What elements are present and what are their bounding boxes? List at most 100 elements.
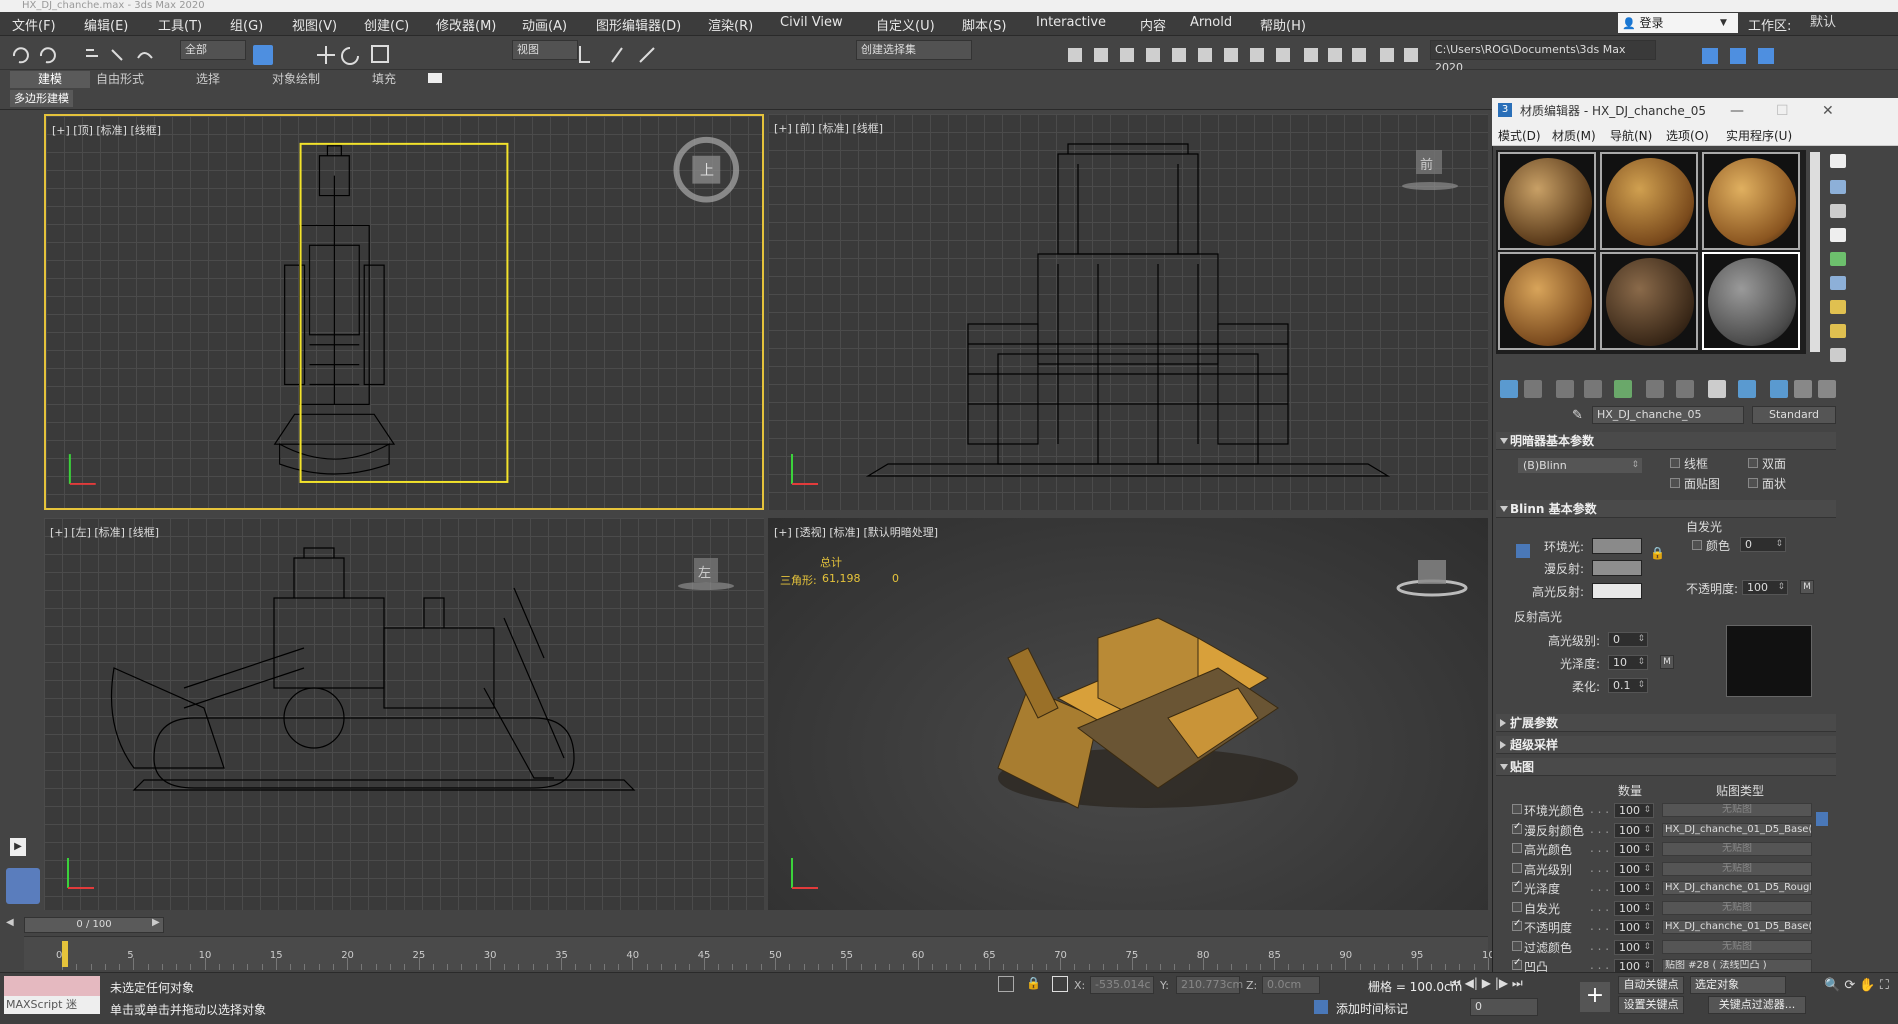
map-slot-button[interactable]: HX_DJ_chanche_01_D5_Base(: [1662, 822, 1812, 837]
tab-object-paint[interactable]: 对象绘制: [262, 71, 330, 88]
key-target-dropdown[interactable]: 选定对象: [1690, 976, 1786, 994]
add-time-tag[interactable]: 添加时间标记: [1336, 1000, 1408, 1017]
time-slider[interactable]: 0 / 100: [24, 917, 164, 933]
map-enable-checkbox[interactable]: [1512, 804, 1522, 814]
material-name-field[interactable]: HX_DJ_chanche_05: [1592, 406, 1744, 424]
map-amount-spinner[interactable]: 100: [1614, 803, 1654, 818]
map-amount-spinner[interactable]: 100: [1614, 861, 1654, 877]
show-map-icon[interactable]: [1738, 380, 1756, 398]
background-icon[interactable]: [1830, 204, 1846, 218]
mat-menu-material[interactable]: 材质(M): [1552, 127, 1596, 144]
put-to-library-icon[interactable]: [1676, 380, 1694, 398]
sample-slot[interactable]: [1498, 252, 1596, 350]
map-enable-checkbox[interactable]: [1512, 918, 1522, 931]
make-unique-icon[interactable]: [1646, 380, 1664, 398]
menu-scripting[interactable]: 脚本(S): [962, 15, 1006, 34]
key-filters-button[interactable]: 关键点过滤器...: [1708, 996, 1806, 1014]
make-preview-icon[interactable]: [1830, 276, 1846, 290]
menu-file[interactable]: 文件(F): [12, 15, 56, 34]
diffuse-color-swatch[interactable]: [1592, 560, 1642, 576]
faceted-checkbox[interactable]: [1748, 478, 1758, 488]
put-to-scene-icon[interactable]: [1524, 380, 1542, 398]
map-slot-button[interactable]: 无贴图: [1662, 939, 1812, 954]
self-illum-spinner[interactable]: 0: [1740, 537, 1786, 552]
sample-slot[interactable]: [1702, 152, 1800, 250]
project-path-field[interactable]: C:\Users\ROG\Documents\3ds Max 2020: [1430, 40, 1656, 74]
y-coord-field[interactable]: 210.773cm: [1176, 976, 1243, 994]
select-by-material-icon[interactable]: [1830, 324, 1846, 338]
menu-views[interactable]: 视图(V): [292, 15, 337, 34]
lock-icon[interactable]: 🔒: [1650, 546, 1665, 560]
tab-freeform[interactable]: 自由形式: [86, 71, 154, 88]
map-enable-checkbox[interactable]: [1512, 957, 1522, 970]
set-key-button[interactable]: 设置关键点: [1618, 996, 1684, 1014]
two-sided-checkbox[interactable]: [1748, 458, 1758, 468]
glossiness-spinner[interactable]: 10: [1608, 655, 1648, 670]
specular-color-swatch[interactable]: [1592, 583, 1642, 599]
supersampling-rollout[interactable]: 超级采样: [1496, 736, 1836, 754]
face-map-checkbox[interactable]: [1670, 478, 1680, 488]
reset-map-icon[interactable]: [1584, 380, 1602, 398]
zoom-icon[interactable]: 🔍: [1824, 978, 1840, 993]
time-tag-icon[interactable]: [1314, 1000, 1328, 1014]
tab-populate[interactable]: 填充: [362, 71, 406, 88]
viewport-perspective[interactable]: [+] [透视] [标准] [默认明暗处理] 总计 三角形: 61,198 0: [768, 518, 1488, 910]
menu-edit[interactable]: 编辑(E): [84, 15, 128, 34]
ribbon-options-icon[interactable]: [428, 73, 442, 83]
auto-key-button[interactable]: 自动关键点: [1618, 976, 1684, 994]
map-enable-checkbox[interactable]: [1512, 901, 1522, 912]
blinn-basic-rollout[interactable]: Blinn 基本参数: [1496, 500, 1836, 518]
viewport-top[interactable]: [+] [顶] [标准] [线框] 上: [44, 114, 764, 510]
go-forward-sibling-icon[interactable]: [1818, 380, 1836, 398]
sample-slot[interactable]: [1600, 252, 1698, 350]
ref-coord-dropdown[interactable]: 视图: [512, 40, 578, 60]
orbit-icon[interactable]: ⟳: [1844, 978, 1855, 993]
sample-type-icon[interactable]: [1830, 154, 1846, 168]
menu-tools[interactable]: 工具(T): [158, 15, 202, 34]
menu-civil-view[interactable]: Civil View: [780, 15, 843, 30]
set-key-icon[interactable]: +: [1580, 982, 1610, 1012]
mat-menu-mode[interactable]: 模式(D): [1498, 127, 1541, 144]
assign-to-selection-icon[interactable]: [1556, 380, 1574, 398]
minimize-icon[interactable]: —: [1730, 98, 1744, 124]
current-frame-field[interactable]: 0: [1470, 998, 1538, 1016]
chevron-left-icon[interactable]: ◀: [6, 917, 14, 928]
absolute-mode-icon[interactable]: [1052, 976, 1068, 992]
viewport-left[interactable]: [+] [左] [标准] [线框] 左: [44, 518, 764, 910]
map-slot-button[interactable]: HX_DJ_chanche_01_D5_Rough: [1662, 881, 1812, 895]
map-amount-spinner[interactable]: 100: [1614, 900, 1654, 916]
go-to-parent-icon[interactable]: [1794, 380, 1812, 398]
map-enable-checkbox[interactable]: [1512, 862, 1522, 873]
map-amount-spinner[interactable]: 100: [1614, 920, 1654, 935]
map-amount-spinner[interactable]: 100: [1614, 842, 1654, 857]
mat-menu-utilities[interactable]: 实用程序(U): [1726, 127, 1792, 144]
backlight-icon[interactable]: [1830, 180, 1846, 194]
map-amount-spinner[interactable]: 100: [1614, 939, 1654, 955]
workspace-dropdown[interactable]: 默认: [1800, 13, 1898, 33]
map-enable-checkbox[interactable]: [1512, 940, 1522, 951]
options-icon[interactable]: [1830, 300, 1846, 314]
ambient-color-swatch[interactable]: [1592, 538, 1642, 554]
isolate-icon[interactable]: [998, 976, 1014, 992]
menu-graph-editors[interactable]: 图形编辑器(D): [596, 15, 681, 34]
opacity-map-button[interactable]: M: [1800, 580, 1814, 594]
self-illum-color-checkbox[interactable]: [1692, 540, 1702, 550]
viewcube-face[interactable]: 上: [700, 160, 714, 180]
chevron-right-icon[interactable]: ▶: [152, 917, 160, 928]
show-end-result-icon[interactable]: [1770, 380, 1788, 398]
x-coord-field[interactable]: -535.014c: [1090, 976, 1154, 994]
menu-group[interactable]: 组(G): [230, 15, 263, 34]
viewport-front[interactable]: [+] [前] [标准] [线框] 前: [768, 114, 1488, 510]
sample-scrollbar[interactable]: [1810, 152, 1820, 352]
map-slot-button[interactable]: 无贴图: [1662, 803, 1812, 817]
previous-frame-icon[interactable]: ◀|: [1465, 976, 1478, 990]
sample-slot[interactable]: [1498, 152, 1596, 250]
viewport-label[interactable]: [+] [透视] [标准] [默认明暗处理]: [774, 524, 938, 540]
wire-checkbox[interactable]: [1670, 458, 1680, 468]
viewport-label[interactable]: [+] [左] [标准] [线框]: [50, 524, 159, 540]
named-selection-dropdown[interactable]: 创建选择集: [856, 40, 972, 60]
viewport-label[interactable]: [+] [前] [标准] [线框]: [774, 120, 883, 136]
viewport-label[interactable]: [+] [顶] [标准] [线框]: [52, 122, 161, 138]
soften-spinner[interactable]: 0.1: [1608, 678, 1648, 693]
spec-level-spinner[interactable]: 0: [1608, 632, 1648, 647]
